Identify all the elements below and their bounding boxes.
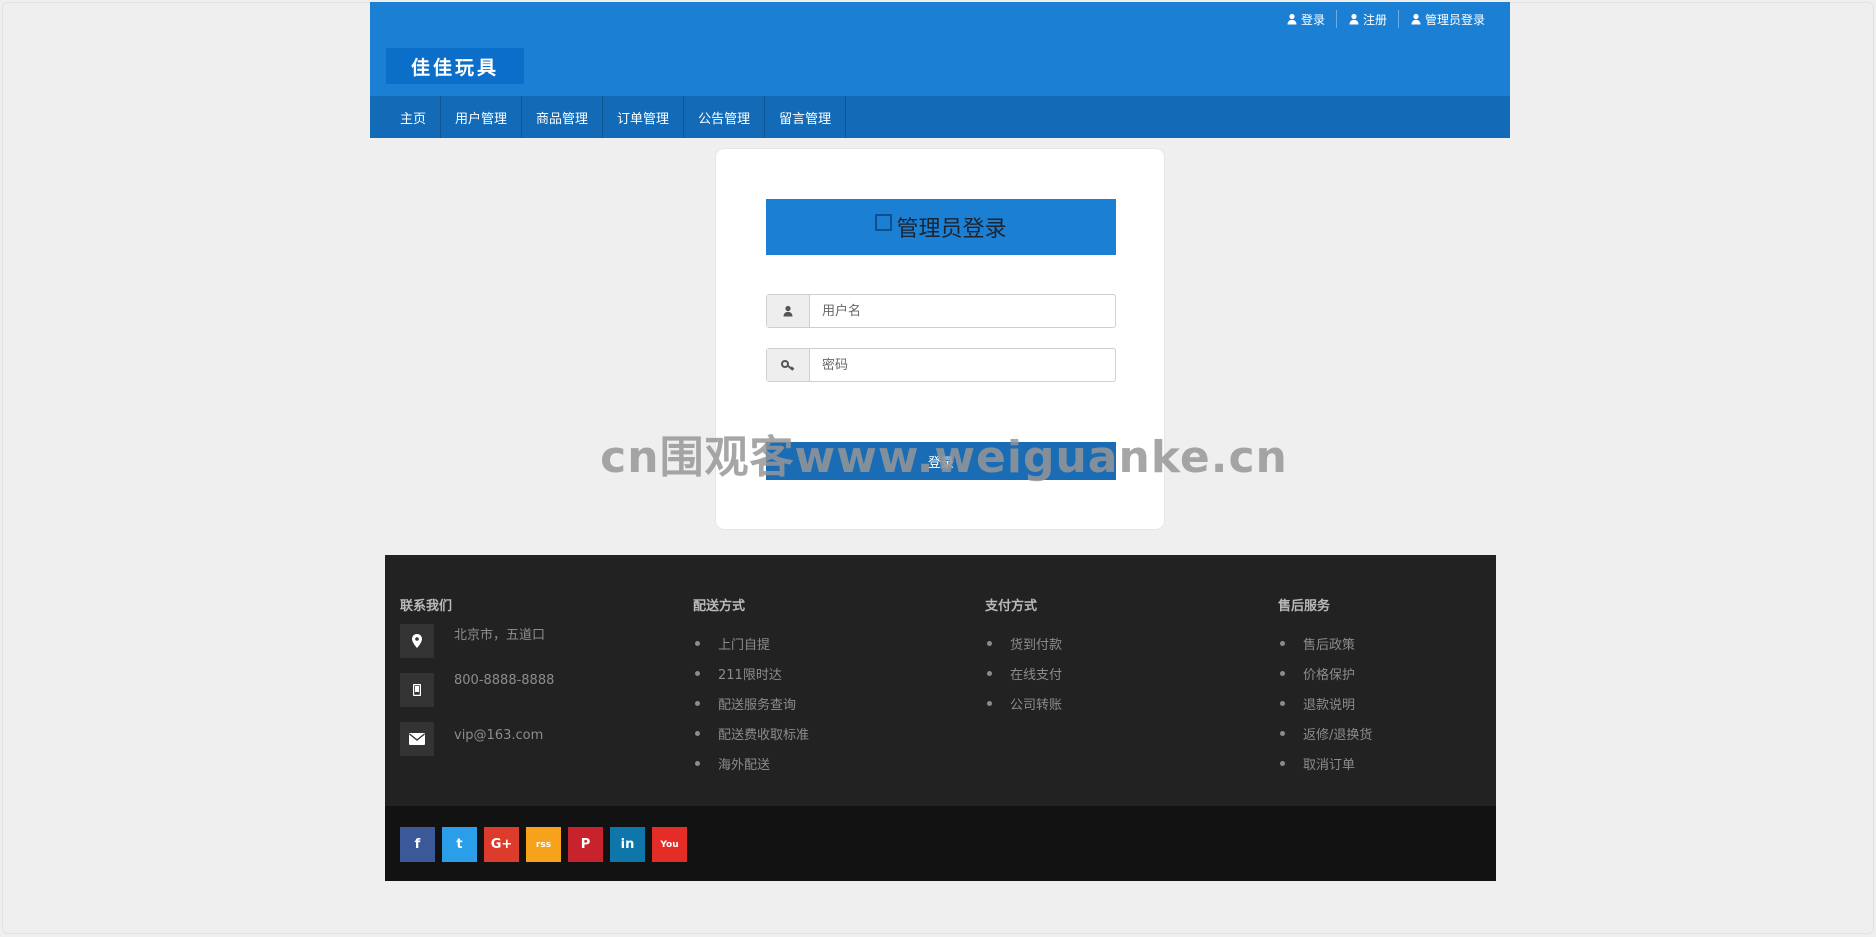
main-nav: 主页 用户管理 商品管理 订单管理 公告管理 留言管理	[370, 96, 1510, 138]
bullet	[1280, 700, 1285, 706]
login-card: 管理员登录 登录	[715, 148, 1165, 530]
list-item-label: 公司转账	[1010, 697, 1063, 713]
list-item-label: 在线支付	[1010, 667, 1063, 683]
facebook-icon[interactable]: f	[400, 827, 435, 862]
list-item[interactable]: 价格保护	[1278, 658, 1372, 688]
footer-contact: 联系我们 北京市，五道口 800-8888-8888 vip@163.com	[400, 595, 554, 756]
site-header: 登录 注册 管理员登录 佳佳玩具 主页 用户管理 商品管理 订单管理 公告管理 …	[370, 2, 1510, 138]
footer-delivery-heading: 配送方式	[693, 599, 746, 614]
bullet	[1280, 760, 1285, 766]
admin-login-link-label: 管理员登录	[1424, 12, 1485, 27]
site-footer: 联系我们 北京市，五道口 800-8888-8888 vip@163.com 配…	[385, 555, 1496, 881]
footer-service: 售后服务 售后政策 价格保护 退款说明 返修/退换货 取消订单	[1278, 595, 1372, 778]
list-item-label: 售后政策	[1303, 637, 1356, 653]
list-item[interactable]: 配送费收取标准	[693, 718, 809, 748]
key-icon	[767, 349, 810, 381]
list-item[interactable]: 211限时达	[693, 658, 809, 688]
list-item[interactable]: 返修/退换货	[1278, 718, 1372, 748]
list-item-label: 配送费收取标准	[718, 727, 810, 743]
list-item[interactable]: 售后政策	[1278, 628, 1372, 658]
nav-item-users[interactable]: 用户管理	[441, 96, 523, 138]
top-links: 登录 注册 管理员登录	[1275, 10, 1496, 28]
bullet	[695, 760, 700, 766]
list-item-label: 返修/退换货	[1303, 727, 1373, 743]
nav-item-orders[interactable]: 订单管理	[603, 96, 685, 138]
nav-item-notices[interactable]: 公告管理	[684, 96, 766, 138]
map-marker-icon	[400, 624, 434, 658]
bullet	[695, 670, 700, 676]
footer-payment-heading: 支付方式	[985, 599, 1038, 614]
login-button[interactable]: 登录	[766, 442, 1116, 480]
mobile-icon	[400, 673, 434, 707]
bullet	[987, 670, 992, 676]
twitter-icon[interactable]: t	[442, 827, 477, 862]
footer-service-heading: 售后服务	[1278, 599, 1331, 614]
list-item[interactable]: 配送服务查询	[693, 688, 809, 718]
bullet	[1280, 730, 1285, 736]
envelope-icon	[400, 722, 434, 756]
youtube-icon[interactable]: You	[652, 827, 687, 862]
contact-email-text: vip@163.com	[454, 728, 544, 743]
user-icon	[1287, 13, 1297, 25]
list-item-label: 上门自提	[718, 637, 771, 653]
username-input[interactable]	[810, 295, 1115, 327]
login-title-bar: 管理员登录	[766, 199, 1116, 255]
register-link-label: 注册	[1362, 12, 1387, 27]
list-item-label: 211限时达	[718, 667, 782, 683]
pinterest-icon[interactable]: P	[568, 827, 603, 862]
password-input[interactable]	[810, 349, 1115, 381]
rss-icon[interactable]: rss	[526, 827, 561, 862]
footer-payment: 支付方式 货到付款 在线支付 公司转账	[985, 595, 1062, 718]
bullet	[695, 730, 700, 736]
google-plus-icon[interactable]: G+	[484, 827, 519, 862]
login-title: 管理员登录	[896, 217, 1007, 242]
contact-address-text: 北京市，五道口	[454, 628, 546, 643]
list-item-label: 配送服务查询	[718, 697, 797, 713]
password-field	[766, 348, 1116, 382]
list-item-label: 退款说明	[1303, 697, 1356, 713]
list-item[interactable]: 在线支付	[985, 658, 1062, 688]
list-item[interactable]: 退款说明	[1278, 688, 1372, 718]
admin-login-link[interactable]: 管理员登录	[1397, 10, 1496, 28]
list-item[interactable]: 海外配送	[693, 748, 809, 778]
contact-address: 北京市，五道口	[400, 624, 554, 658]
social-bar: f t G+ rss Pin You	[385, 806, 1496, 881]
linkedin-icon[interactable]: in	[610, 827, 645, 862]
nav-item-home[interactable]: 主页	[370, 96, 442, 138]
list-item[interactable]: 货到付款	[985, 628, 1062, 658]
list-item-label: 货到付款	[1010, 637, 1063, 653]
user-icon	[767, 295, 810, 327]
nav-item-messages[interactable]: 留言管理	[765, 96, 847, 138]
nav-item-products[interactable]: 商品管理	[522, 96, 604, 138]
social-links: f t G+ rss Pin You	[400, 827, 694, 862]
bullet	[695, 700, 700, 706]
list-item-label: 取消订单	[1303, 757, 1356, 773]
username-field	[766, 294, 1116, 328]
user-icon	[1349, 13, 1359, 25]
bullet	[1280, 640, 1285, 646]
bullet	[695, 640, 700, 646]
footer-delivery: 配送方式 上门自提 211限时达 配送服务查询 配送费收取标准 海外配送	[693, 595, 809, 778]
list-item[interactable]: 取消订单	[1278, 748, 1372, 778]
register-link[interactable]: 注册	[1335, 10, 1398, 28]
contact-email: vip@163.com	[400, 722, 554, 756]
contact-phone-text: 800-8888-8888	[454, 673, 555, 688]
footer-contact-heading: 联系我们	[400, 599, 453, 614]
list-item-label: 海外配送	[718, 757, 771, 773]
list-item[interactable]: 上门自提	[693, 628, 809, 658]
contact-phone: 800-8888-8888	[400, 673, 554, 707]
list-item[interactable]: 公司转账	[985, 688, 1062, 718]
list-item-label: 价格保护	[1303, 667, 1356, 683]
square-icon	[875, 213, 893, 231]
login-link[interactable]: 登录	[1275, 10, 1336, 28]
user-icon	[1411, 13, 1421, 25]
site-logo[interactable]: 佳佳玩具	[386, 48, 524, 84]
bullet	[1280, 670, 1285, 676]
bullet	[987, 640, 992, 646]
bullet	[987, 700, 992, 706]
login-link-label: 登录	[1300, 12, 1325, 27]
